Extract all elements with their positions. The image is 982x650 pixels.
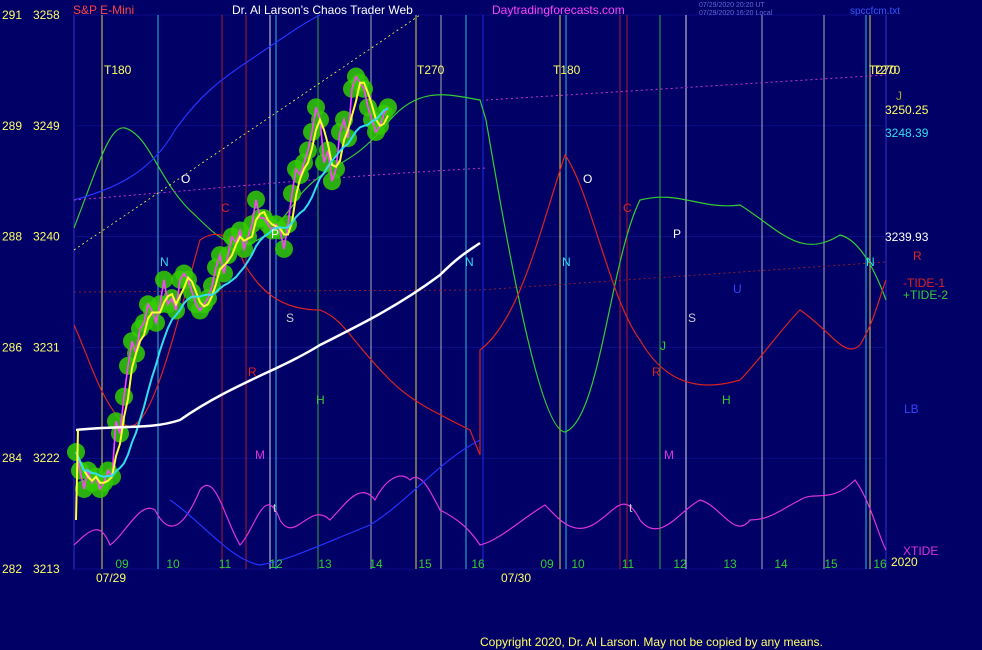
x-tick-label: 11: [622, 557, 635, 571]
planet-label: M: [664, 448, 674, 462]
planet-label: N: [465, 255, 474, 269]
right-label: XTIDE: [903, 544, 938, 558]
x-tick-label: 13: [723, 557, 737, 571]
cycle-label: T180: [553, 63, 581, 77]
planet-label: N: [866, 255, 875, 269]
x-tick-label: 14: [774, 557, 788, 571]
x-tick-label: 10: [571, 557, 585, 571]
x-tick-label: 12: [269, 557, 283, 571]
chaos-trader-chart: 291 3258 289 3249 288 3240 286 3231 284 3222 282 32…: [0, 0, 982, 650]
y-tick-index: 289: [2, 119, 22, 133]
planet-label: S: [688, 311, 696, 325]
planet-label: U: [733, 282, 742, 296]
cycle-label: T270: [873, 63, 901, 77]
site-link[interactable]: Daytradingforecasts.com: [492, 3, 625, 17]
right-label: 3250.25: [885, 103, 929, 117]
right-label: R: [913, 249, 922, 263]
planet-label: P: [673, 227, 681, 241]
x-tick-label: 16: [471, 557, 485, 571]
right-label: J: [896, 89, 902, 103]
date-label: 07/29: [96, 571, 126, 585]
x-tick-label: 12: [673, 557, 687, 571]
planet-label: P: [271, 227, 279, 241]
data-file: spccfcm.txt: [850, 6, 900, 17]
planet-label: R: [248, 365, 257, 379]
x-tick-label: 10: [166, 557, 180, 571]
y-tick-index: 282: [2, 562, 22, 576]
y-tick-index: 286: [2, 340, 22, 354]
y-tick-price: 3249: [33, 119, 60, 133]
right-label: +TIDE-2: [903, 288, 948, 302]
planet-label: C: [623, 201, 632, 215]
x-tick-label: 15: [824, 557, 838, 571]
planet-label: O: [583, 172, 592, 186]
y-tick-index: 284: [2, 451, 22, 465]
time-ut: 07/29/2020 20:20 UT: [699, 2, 765, 9]
right-label: 3248.39: [885, 126, 929, 140]
y-tick-price: 3213: [33, 562, 60, 576]
planet-label: H: [722, 393, 731, 407]
planet-label: C: [221, 201, 230, 215]
planet-label: R: [652, 365, 661, 379]
planet-label: M: [255, 448, 265, 462]
planet-label: J: [660, 339, 666, 353]
y-tick-price: 3222: [33, 451, 60, 465]
x-tick-label: 09: [540, 557, 554, 571]
right-label: LB: [904, 402, 919, 416]
x-tick-label: 13: [318, 557, 332, 571]
planet-label: N: [562, 255, 571, 269]
x-tick-label: 15: [418, 557, 432, 571]
copyright: Copyright 2020, Dr. Al Larson. May not b…: [480, 635, 823, 649]
x-tick-label: 14: [369, 557, 383, 571]
planet-label: S: [286, 311, 294, 325]
y-tick-price: 3240: [33, 230, 60, 244]
y-tick-price: 3258: [33, 8, 60, 22]
time-local: 07/29/2020 16:20 Local: [699, 10, 773, 17]
planet-label: N: [160, 255, 169, 269]
planet-label: O: [181, 172, 190, 186]
site-title: Dr. Al Larson's Chaos Trader Web: [232, 3, 413, 17]
y-tick-index: 291: [2, 8, 22, 22]
x-tick-label: 16: [873, 557, 887, 571]
y-tick-price: 3231: [33, 340, 60, 354]
right-label: 3239.93: [885, 230, 929, 244]
y-tick-index: 288: [2, 230, 22, 244]
x-tick-label: 11: [219, 557, 232, 571]
cycle-label: T270: [417, 63, 445, 77]
date-label: 07/30: [501, 571, 531, 585]
x-tick-label: 09: [115, 557, 129, 571]
planet-label: H: [316, 393, 325, 407]
chart-title: S&P E-Mini: [73, 3, 134, 17]
cycle-label: T180: [104, 63, 132, 77]
